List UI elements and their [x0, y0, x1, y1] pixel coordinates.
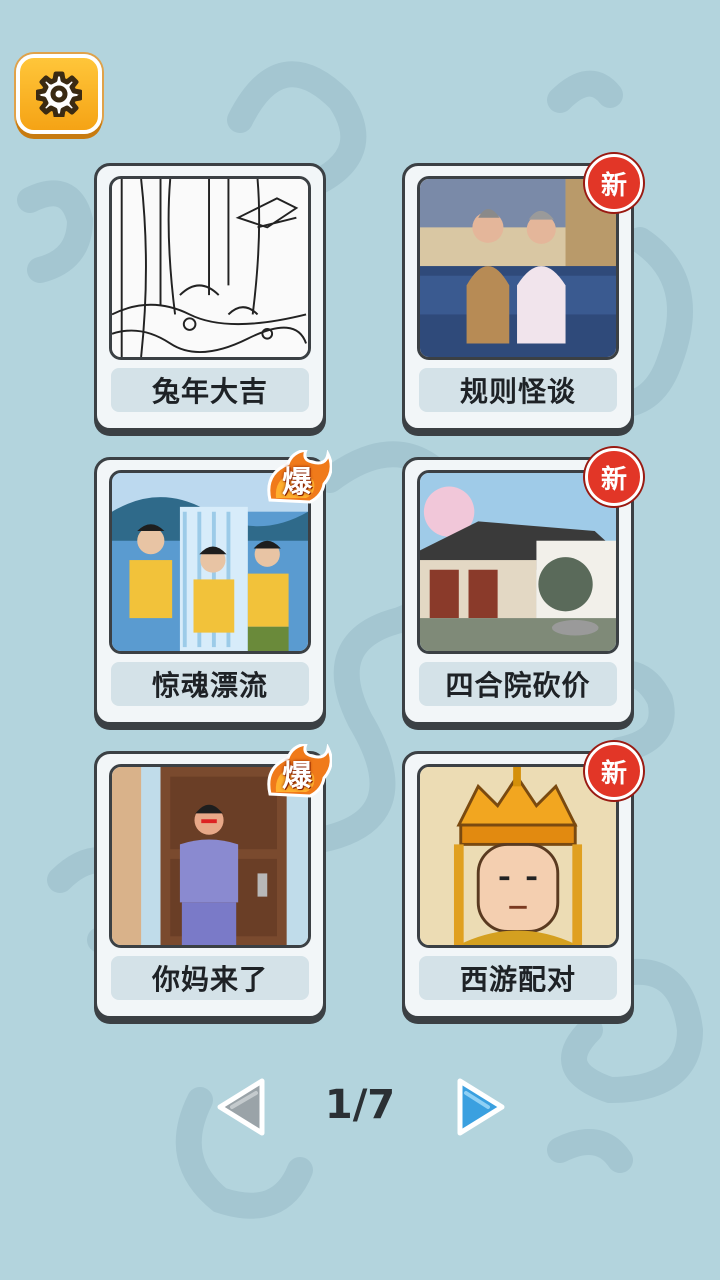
new-badge: 新 [585, 448, 643, 506]
arrow-right-icon [457, 1078, 505, 1136]
gear-icon [36, 71, 82, 117]
settings-button[interactable] [16, 54, 102, 134]
level-title: 你妈来了 [111, 956, 309, 1000]
hot-badge: 爆 [262, 450, 332, 508]
level-card-4[interactable]: 四合院砍价 新 [402, 448, 643, 725]
level-title: 规则怪谈 [419, 368, 617, 412]
level-title: 惊魂漂流 [111, 662, 309, 706]
level-thumbnail [417, 470, 619, 654]
new-badge: 新 [585, 154, 643, 212]
prev-page-button[interactable] [212, 1075, 272, 1139]
level-title: 四合院砍价 [419, 662, 617, 706]
level-thumbnail [417, 764, 619, 948]
next-page-button[interactable] [450, 1075, 510, 1139]
level-card-2[interactable]: 规则怪谈 新 [402, 154, 643, 431]
level-card-5[interactable]: 你妈来了 爆 [94, 744, 332, 1019]
level-title: 兔年大吉 [111, 368, 309, 412]
page-indicator: 1/7 [324, 1082, 396, 1128]
hot-badge: 爆 [262, 744, 332, 802]
level-thumbnail [109, 176, 311, 360]
level-card-3[interactable]: 惊魂漂流 爆 [94, 450, 332, 725]
level-card-6[interactable]: 西游配对 新 [402, 742, 643, 1019]
level-card-1[interactable]: 兔年大吉 [94, 163, 326, 431]
level-title: 西游配对 [419, 956, 617, 1000]
level-thumbnail [417, 176, 619, 360]
new-badge: 新 [585, 742, 643, 800]
arrow-left-icon [217, 1078, 265, 1136]
